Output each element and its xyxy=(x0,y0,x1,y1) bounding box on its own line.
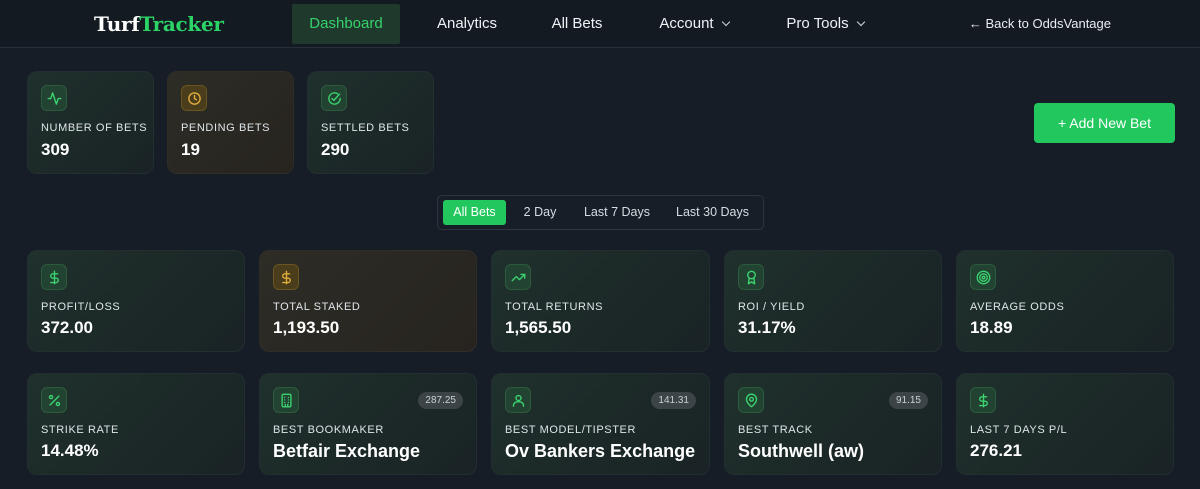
stat-card-settled-bets: SETTLED BETS 290 xyxy=(307,71,434,174)
metric-card-best-bookmaker: 287.25 BEST BOOKMAKER Betfair Exchange xyxy=(259,373,477,475)
metric-label: BEST TRACK xyxy=(738,424,813,436)
metric-value: 31.17% xyxy=(738,318,796,337)
nav-account-label: Account xyxy=(659,15,714,32)
user-icon xyxy=(505,387,531,413)
metric-card-roi-yield: ROI / YIELD 31.17% xyxy=(724,250,942,352)
nav-pro-tools[interactable]: Pro Tools xyxy=(780,4,870,44)
dollar-icon xyxy=(273,264,299,290)
top-nav: TurfTracker Dashboard Analytics All Bets… xyxy=(0,0,1200,48)
metric-card-average-odds: AVERAGE ODDS 18.89 xyxy=(956,250,1174,352)
metric-label: BEST BOOKMAKER xyxy=(273,424,384,436)
metric-label: ROI / YIELD xyxy=(738,301,805,313)
filter-last-30-days[interactable]: Last 30 Days xyxy=(668,200,757,225)
clock-icon xyxy=(181,85,207,111)
nav-dashboard[interactable]: Dashboard xyxy=(292,4,400,44)
target-icon xyxy=(970,264,996,290)
metric-label: BEST MODEL/TIPSTER xyxy=(505,424,637,436)
profit-badge: 141.31 xyxy=(651,392,696,409)
dollar-icon xyxy=(41,264,67,290)
metric-card-best-model-tipster: 141.31 BEST MODEL/TIPSTER Ov Bankers Exc… xyxy=(491,373,710,475)
stat-label: NUMBER OF BETS xyxy=(41,122,148,134)
stat-value: 19 xyxy=(181,140,200,159)
metric-card-strike-rate: STRIKE RATE 14.48% xyxy=(27,373,245,475)
metric-value: Southwell (aw) xyxy=(738,441,864,461)
stat-card-number-of-bets: NUMBER OF BETS 309 xyxy=(27,71,154,174)
award-icon xyxy=(738,264,764,290)
time-filter-group: All Bets 2 Day Last 7 Days Last 30 Days xyxy=(437,195,764,230)
building-icon xyxy=(273,387,299,413)
stat-label: PENDING BETS xyxy=(181,122,271,134)
metric-label: STRIKE RATE xyxy=(41,424,119,436)
metric-label: AVERAGE ODDS xyxy=(970,301,1065,313)
chevron-down-icon xyxy=(856,17,865,27)
check-circle-icon xyxy=(321,85,347,111)
metric-value: 1,193.50 xyxy=(273,318,340,337)
stat-value: 290 xyxy=(321,140,350,159)
profit-badge: 287.25 xyxy=(418,392,463,409)
stat-card-pending-bets: PENDING BETS 19 xyxy=(167,71,294,174)
filter-all-bets[interactable]: All Bets xyxy=(443,200,506,225)
trending-up-icon xyxy=(505,264,531,290)
nav-account[interactable]: Account xyxy=(650,4,738,44)
add-new-bet-button[interactable]: + Add New Bet xyxy=(1034,103,1175,143)
filter-2-day[interactable]: 2 Day xyxy=(514,200,566,225)
brand-logo[interactable]: TurfTracker xyxy=(94,12,224,36)
metric-value: Betfair Exchange xyxy=(273,441,421,461)
metric-label: TOTAL STAKED xyxy=(273,301,361,313)
dollar-icon xyxy=(970,387,996,413)
percent-icon xyxy=(41,387,67,413)
map-pin-icon xyxy=(738,387,764,413)
filter-last-7-days[interactable]: Last 7 Days xyxy=(575,200,659,225)
metric-label: TOTAL RETURNS xyxy=(505,301,604,313)
stat-label: SETTLED BETS xyxy=(321,122,410,134)
back-to-oddsvantage-link[interactable]: ← Back to OddsVantage xyxy=(969,4,1111,44)
nav-pro-tools-label: Pro Tools xyxy=(786,15,849,32)
metric-label: LAST 7 DAYS P/L xyxy=(970,424,1068,436)
metric-card-last-7-days-pl: LAST 7 DAYS P/L 276.21 xyxy=(956,373,1174,475)
chevron-down-icon xyxy=(721,17,730,27)
nav-all-bets[interactable]: All Bets xyxy=(540,4,614,44)
stat-value: 309 xyxy=(41,140,70,159)
activity-icon xyxy=(41,85,67,111)
brand-part2: Tracker xyxy=(139,12,224,36)
metric-card-best-track: 91.15 BEST TRACK Southwell (aw) xyxy=(724,373,942,475)
metric-value: Ov Bankers Exchange xyxy=(505,441,696,461)
metric-value: 276.21 xyxy=(970,441,1022,460)
metric-value: 372.00 xyxy=(41,318,93,337)
nav-analytics[interactable]: Analytics xyxy=(426,4,508,44)
metric-value: 1,565.50 xyxy=(505,318,572,337)
metric-card-total-returns: TOTAL RETURNS 1,565.50 xyxy=(491,250,710,352)
profit-badge: 91.15 xyxy=(888,392,928,409)
metric-label: PROFIT/LOSS xyxy=(41,301,121,313)
metric-card-profit-loss: PROFIT/LOSS 372.00 xyxy=(27,250,245,352)
metric-card-total-staked: TOTAL STAKED 1,193.50 xyxy=(259,250,477,352)
brand-part1: Turf xyxy=(94,12,140,36)
metric-value: 14.48% xyxy=(41,441,99,460)
metric-value: 18.89 xyxy=(970,318,1013,337)
